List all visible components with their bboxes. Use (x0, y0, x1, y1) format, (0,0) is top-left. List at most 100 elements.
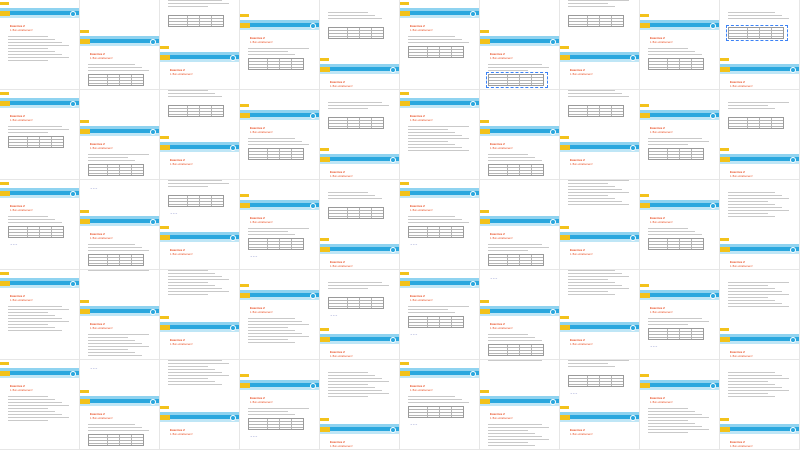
worksheet-page-thumbnail[interactable]: Exercice 2 1. Bon entraînement ! (640, 90, 720, 180)
worksheet-page-thumbnail[interactable]: Exercice 2 1. Bon entraînement ! (480, 90, 560, 180)
worksheet-page-thumbnail[interactable]: Exercice 2 1. Bon entraînement ! ~~~ (0, 180, 80, 270)
text-line (728, 303, 782, 304)
worksheet-page-thumbnail[interactable]: Exercice 2 1. Bon entraînement ! ~~~ (240, 180, 320, 270)
worksheet-page-thumbnail[interactable]: Exercice 2 1. Bon entraînement ! (560, 90, 640, 180)
section-heading: 1. Bon entraînement ! (570, 73, 593, 76)
page-header-banner (560, 322, 639, 336)
worksheet-page-thumbnail[interactable]: Exercice 2 1. Bon entraînement ! ~~~ (240, 360, 320, 450)
worksheet-page-thumbnail[interactable]: Exercice 2 1. Bon entraînement ! (160, 90, 240, 180)
worksheet-page-thumbnail[interactable]: Exercice 2 1. Bon entraînement ! (720, 270, 800, 360)
text-line (8, 327, 55, 328)
exercise-title: Exercice 2 (410, 294, 425, 298)
worksheet-page-thumbnail[interactable]: Exercice 2 1. Bon entraînement ! (480, 0, 560, 90)
text-line (728, 393, 768, 394)
page-badge-icon (390, 247, 396, 253)
page-badge-icon (630, 145, 636, 151)
text-line (408, 138, 469, 139)
text-line (168, 294, 208, 295)
worksheet-page-thumbnail[interactable]: Exercice 2 1. Bon entraînement ! (0, 0, 80, 90)
worksheet-page-thumbnail[interactable]: Exercice 2 1. Bon entraînement ! (720, 0, 800, 90)
section-heading: 1. Bon entraînement ! (490, 237, 513, 240)
exercise-title: Exercice 2 (10, 384, 25, 388)
page-badge-icon (790, 337, 796, 343)
page-badge-icon (470, 371, 476, 377)
text-line (408, 309, 448, 310)
text-line (568, 291, 608, 292)
page-badge-icon (70, 191, 76, 197)
worksheet-page-thumbnail[interactable]: Exercice 2 1. Bon entraînement ! (560, 180, 640, 270)
exercise-title: Exercice 2 (170, 158, 185, 162)
worksheet-page-thumbnail[interactable]: Exercice 2 1. Bon entraînement ! (240, 270, 320, 360)
yellow-tab (640, 203, 650, 208)
worksheet-page-thumbnail[interactable]: Exercice 2 1. Bon entraînement ! ~~~ (320, 270, 400, 360)
selection-box[interactable] (726, 25, 788, 41)
handwritten-annotation: ~~~ (250, 434, 258, 438)
worksheet-page-thumbnail[interactable]: Exercice 2 1. Bon entraînement ! (320, 360, 400, 450)
page-badge-icon (230, 415, 236, 421)
text-line (168, 183, 229, 184)
worksheet-page-thumbnail[interactable]: Exercice 2 1. Bon entraînement ! ~~~ (400, 270, 480, 360)
worksheet-page-thumbnail[interactable]: Exercice 2 1. Bon entraînement ! ~~~ (400, 180, 480, 270)
worksheet-page-thumbnail[interactable]: Exercice 2 1. Bon entraînement ! (240, 90, 320, 180)
exercise-title: Exercice 2 (570, 248, 585, 252)
worksheet-page-thumbnail[interactable]: Exercice 2 1. Bon entraînement ! ~~~ (80, 180, 160, 270)
worksheet-page-thumbnail[interactable]: Exercice 2 1. Bon entraînement ! (560, 270, 640, 360)
text-line (8, 42, 62, 43)
worksheet-page-thumbnail[interactable]: Exercice 2 1. Bon entraînement ! ~~~ (160, 180, 240, 270)
handwritten-annotation: ~~~ (90, 186, 98, 190)
worksheet-page-thumbnail[interactable]: Exercice 2 1. Bon entraînement ! (720, 360, 800, 450)
worksheet-page-thumbnail[interactable]: Exercice 2 1. Bon entraînement ! (560, 0, 640, 90)
worksheet-page-thumbnail[interactable]: Exercice 2 1. Bon entraînement ! (640, 180, 720, 270)
text-line (408, 135, 462, 136)
section-heading: 1. Bon entraînement ! (330, 445, 353, 448)
worksheet-page-thumbnail[interactable]: Exercice 2 1. Bon entraînement ! ~~~ (480, 270, 560, 360)
text-line (648, 54, 702, 55)
worksheet-page-thumbnail[interactable]: Exercice 2 1. Bon entraînement ! (0, 90, 80, 180)
worksheet-page-thumbnail[interactable]: Exercice 2 1. Bon entraînement ! (80, 90, 160, 180)
worksheet-page-thumbnail[interactable]: Exercice 2 1. Bon entraînement ! (480, 180, 560, 270)
worksheet-page-thumbnail[interactable]: Exercice 2 1. Bon entraînement ! (400, 90, 480, 180)
worksheet-page-thumbnail[interactable]: Exercice 2 1. Bon entraînement ! (400, 0, 480, 90)
worksheet-page-thumbnail[interactable]: Exercice 2 1. Bon entraînement ! (320, 0, 400, 90)
worksheet-page-thumbnail[interactable]: Exercice 2 1. Bon entraînement ! (80, 270, 160, 360)
text-line (408, 132, 455, 133)
worksheet-page-thumbnail[interactable]: Exercice 2 1. Bon entraînement ! (160, 0, 240, 90)
yellow-tab (560, 55, 570, 60)
text-line (8, 330, 62, 331)
page-badge-icon (550, 309, 556, 315)
exercise-title: Exercice 2 (730, 260, 745, 264)
yellow-tab (320, 157, 330, 162)
worksheet-page-thumbnail[interactable]: Exercice 2 1. Bon entraînement ! (0, 270, 80, 360)
worksheet-page-thumbnail[interactable]: Exercice 2 1. Bon entraînement ! (720, 180, 800, 270)
yellow-tab (560, 325, 570, 330)
worksheet-page-thumbnail[interactable]: Exercice 2 1. Bon entraînement ! (320, 180, 400, 270)
section-heading: 1. Bon entraînement ! (570, 163, 593, 166)
worksheet-page-thumbnail[interactable]: Exercice 2 1. Bon entraînement ! (0, 360, 80, 450)
section-heading: 1. Bon entraînement ! (490, 57, 513, 60)
yellow-tab (720, 247, 730, 252)
exercise-title: Exercice 2 (170, 68, 185, 72)
worksheet-page-thumbnail[interactable]: Exercice 2 1. Bon entraînement ! (160, 270, 240, 360)
text-line (728, 294, 789, 295)
page-badge-icon (70, 371, 76, 377)
worksheet-page-thumbnail[interactable]: Exercice 2 1. Bon entraînement ! ~~~ (400, 360, 480, 450)
exercise-title: Exercice 2 (730, 440, 745, 444)
worksheet-page-thumbnail[interactable]: Exercice 2 1. Bon entraînement ! ~~~ (560, 360, 640, 450)
text-line (408, 129, 448, 130)
page-footer-tab (720, 328, 729, 331)
worksheet-page-thumbnail[interactable]: Exercice 2 1. Bon entraînement ! (480, 360, 560, 450)
text-line (248, 228, 309, 229)
yellow-tab (240, 203, 250, 208)
selection-box[interactable] (486, 72, 548, 88)
worksheet-page-thumbnail[interactable]: Exercice 2 1. Bon entraînement ! (240, 0, 320, 90)
worksheet-page-thumbnail[interactable]: Exercice 2 1. Bon entraînement ! ~~~ (80, 360, 160, 450)
text-line (8, 60, 48, 61)
text-line (728, 387, 782, 388)
worksheet-page-thumbnail[interactable]: Exercice 2 1. Bon entraînement ! (640, 0, 720, 90)
worksheet-page-thumbnail[interactable]: Exercice 2 1. Bon entraînement ! (160, 360, 240, 450)
worksheet-page-thumbnail[interactable]: Exercice 2 1. Bon entraînement ! (80, 0, 160, 90)
worksheet-page-thumbnail[interactable]: Exercice 2 1. Bon entraînement ! (640, 360, 720, 450)
worksheet-page-thumbnail[interactable]: Exercice 2 1. Bon entraînement ! ~~~ (640, 270, 720, 360)
worksheet-page-thumbnail[interactable]: Exercice 2 1. Bon entraînement ! (320, 90, 400, 180)
worksheet-page-thumbnail[interactable]: Exercice 2 1. Bon entraînement ! (720, 90, 800, 180)
